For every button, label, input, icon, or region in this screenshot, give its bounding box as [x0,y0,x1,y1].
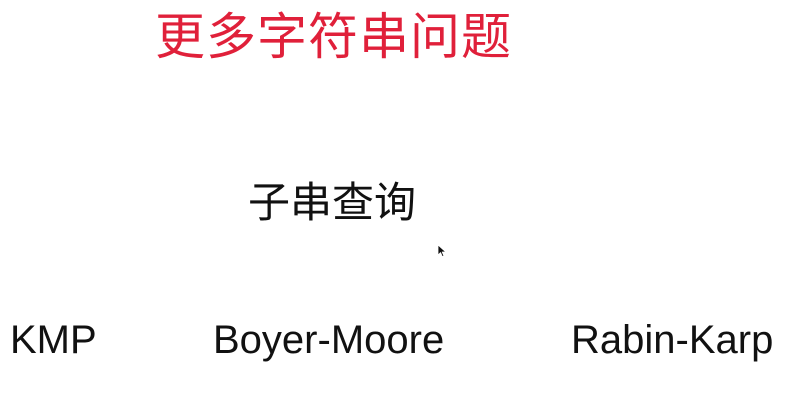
slide: 更多字符串问题 子串查询 KMP Boyer-Moore Rabin-Karp [0,0,791,401]
algorithm-kmp: KMP [10,318,97,362]
algorithm-rabin-karp: Rabin-Karp [571,318,774,362]
slide-title: 更多字符串问题 [155,8,512,66]
mouse-pointer-icon [437,244,447,257]
slide-subtitle: 子串查询 [248,178,417,227]
algorithm-boyer-moore: Boyer-Moore [213,318,445,362]
